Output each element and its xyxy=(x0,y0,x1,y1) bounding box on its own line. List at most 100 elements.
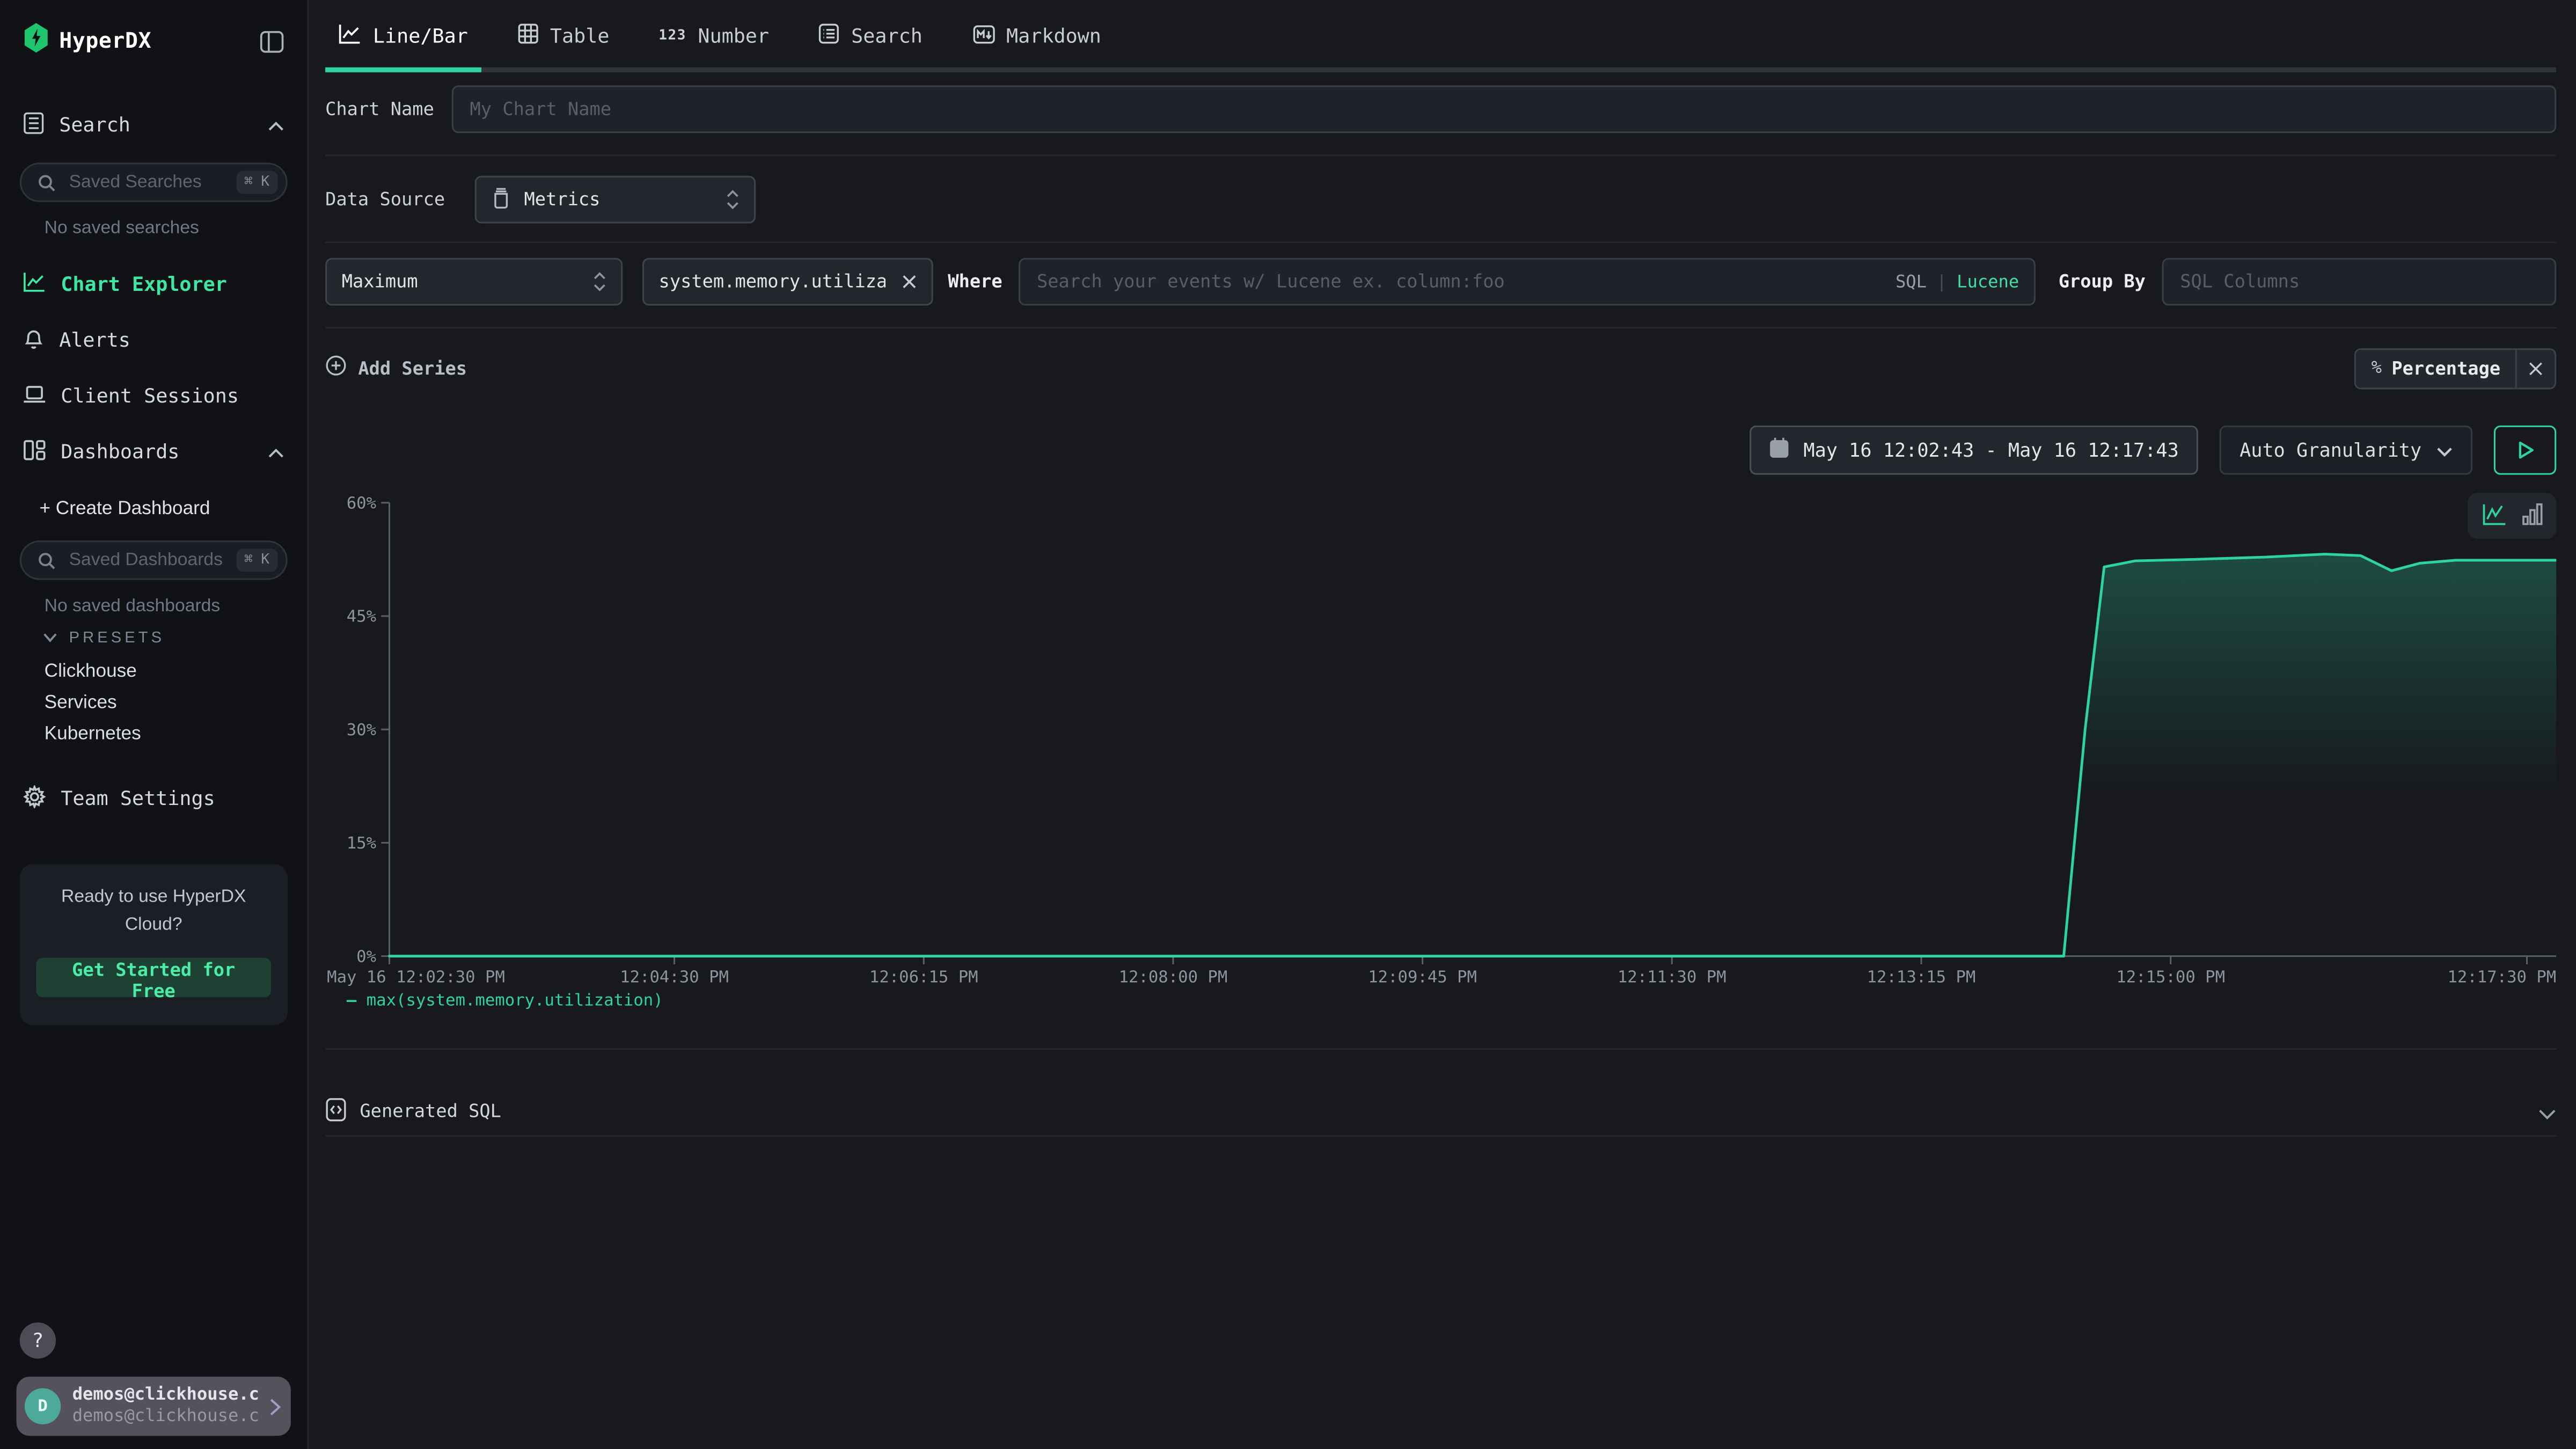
sql-toggle[interactable]: SQL xyxy=(1896,272,1927,292)
svg-text:12:13:15 PM: 12:13:15 PM xyxy=(1867,968,1976,987)
number-123-icon: 123 xyxy=(658,28,686,45)
sidebar-item-team-settings[interactable]: Team Settings xyxy=(0,779,307,818)
calendar-icon xyxy=(1769,437,1789,463)
percentage-label: Percentage xyxy=(2391,357,2500,379)
tab-search[interactable]: Search xyxy=(805,0,935,72)
generated-sql-row[interactable]: Generated SQL xyxy=(325,1088,2556,1136)
percent-icon: % xyxy=(2372,358,2382,378)
user-menu[interactable]: D demos@clickhouse.com demos@clickhouse.… xyxy=(17,1377,291,1436)
bar-chart-toggle-icon[interactable] xyxy=(2521,500,2542,531)
preset-clickhouse[interactable]: Clickhouse xyxy=(0,655,307,686)
run-query-button[interactable] xyxy=(2494,426,2556,475)
granularity-select[interactable]: Auto Granularity xyxy=(2220,426,2472,475)
svg-text:May 16 12:02:30 PM: May 16 12:02:30 PM xyxy=(327,968,505,987)
time-controls-row: May 16 12:02:43 - May 16 12:17:43 Auto G… xyxy=(325,426,2556,475)
logo-text: HyperDX xyxy=(59,29,151,54)
hyperdx-logo[interactable]: HyperDX xyxy=(23,23,151,59)
avatar: D xyxy=(25,1388,61,1424)
sidebar-client-sessions-label: Client Sessions xyxy=(61,384,239,407)
hyperdx-app: HyperDX Search ⌘ K No saved searches xyxy=(0,0,2576,1449)
shortcut-badge: ⌘ K xyxy=(236,171,278,194)
tab-table[interactable]: Table xyxy=(504,0,623,72)
svg-text:12:17:30 PM: 12:17:30 PM xyxy=(2448,968,2557,987)
no-saved-searches-text: No saved searches xyxy=(0,202,307,238)
chart-name-row: Chart Name xyxy=(325,85,2556,133)
svg-text:30%: 30% xyxy=(347,721,376,740)
where-input-wrap: SQL | Lucene xyxy=(1019,258,2036,306)
svg-text:60%: 60% xyxy=(347,494,376,513)
sidebar-chart-explorer-label: Chart Explorer xyxy=(61,273,227,296)
select-updown-icon xyxy=(726,189,739,210)
chart-area: 0%15%30%45%60%May 16 12:02:30 PM12:04:30… xyxy=(325,489,2556,1010)
database-icon xyxy=(491,186,511,213)
line-chart-icon xyxy=(23,271,46,297)
sidebar-collapse-icon[interactable] xyxy=(260,29,284,54)
laptop-icon xyxy=(23,384,46,408)
metric-field-value: system.memory.utilization xyxy=(659,271,885,292)
timeseries-chart[interactable]: 0%15%30%45%60%May 16 12:02:30 PM12:04:30… xyxy=(325,489,2556,989)
percentage-close[interactable] xyxy=(2515,349,2555,387)
preset-services[interactable]: Services xyxy=(0,687,307,718)
create-dashboard-button[interactable]: + Create Dashboard xyxy=(0,493,307,525)
chevron-right-icon xyxy=(269,1391,281,1422)
chevron-up-icon xyxy=(268,113,284,136)
generated-sql-label: Generated SQL xyxy=(360,1101,501,1122)
chart-legend[interactable]: — max(system.memory.utilization) xyxy=(347,992,2556,1011)
lucene-toggle[interactable]: Lucene xyxy=(1957,272,2019,292)
saved-dashboards-input[interactable]: ⌘ K xyxy=(20,540,288,580)
sidebar-item-alerts[interactable]: Alerts xyxy=(0,320,307,360)
date-range-value: May 16 12:02:43 - May 16 12:17:43 xyxy=(1803,438,2178,462)
svg-text:12:09:45 PM: 12:09:45 PM xyxy=(1368,968,1477,987)
svg-text:12:15:00 PM: 12:15:00 PM xyxy=(2116,968,2225,987)
date-range-picker[interactable]: May 16 12:02:43 - May 16 12:17:43 xyxy=(1749,426,2198,475)
sidebar-item-chart-explorer[interactable]: Chart Explorer xyxy=(0,265,307,304)
data-source-select[interactable]: Metrics xyxy=(475,176,756,224)
line-chart-toggle-icon[interactable] xyxy=(2482,500,2506,531)
saved-searches-input[interactable]: ⌘ K xyxy=(20,163,288,202)
preset-kubernetes[interactable]: Kubernetes xyxy=(0,718,307,749)
where-input[interactable] xyxy=(1019,258,2036,306)
chevron-down-icon xyxy=(2436,438,2453,462)
table-icon xyxy=(517,23,539,49)
metric-field-tag[interactable]: system.memory.utilization xyxy=(642,258,933,306)
shortcut-badge: ⌘ K xyxy=(236,548,278,572)
chevron-down-icon xyxy=(43,629,58,647)
add-series-button[interactable]: Add Series xyxy=(325,355,467,381)
markdown-icon xyxy=(972,24,995,48)
aggregation-value: Maximum xyxy=(342,271,418,292)
presets-header[interactable]: PRESETS xyxy=(0,629,307,647)
chart-name-input[interactable] xyxy=(452,85,2556,133)
user-team: demos@clickhouse.com's xyxy=(72,1406,258,1428)
series-actions-row: Add Series % Percentage xyxy=(325,347,2556,390)
help-button[interactable]: ? xyxy=(20,1322,56,1358)
line-chart-icon xyxy=(339,23,362,49)
percentage-toggle[interactable]: % Percentage xyxy=(2355,347,2556,389)
tab-number[interactable]: 123 Number xyxy=(646,0,782,72)
dashboard-grid-icon xyxy=(23,438,46,466)
group-by-input[interactable] xyxy=(2162,258,2557,306)
svg-text:12:08:00 PM: 12:08:00 PM xyxy=(1119,968,1228,987)
sidebar-item-search[interactable]: Search xyxy=(0,105,307,144)
tab-markdown[interactable]: Markdown xyxy=(958,0,1114,72)
query-language-toggle: SQL | Lucene xyxy=(1896,272,2019,292)
sidebar-alerts-label: Alerts xyxy=(59,328,130,352)
svg-text:12:11:30 PM: 12:11:30 PM xyxy=(1618,968,1726,987)
sidebar-item-client-sessions[interactable]: Client Sessions xyxy=(0,376,307,415)
chevron-down-icon[interactable] xyxy=(2538,1096,2557,1127)
search-icon xyxy=(38,167,56,198)
tab-line-bar[interactable]: Line/Bar xyxy=(325,0,481,72)
data-source-row: Data Source Metrics xyxy=(325,176,2556,224)
get-started-button[interactable]: Get Started for Free xyxy=(36,958,271,997)
granularity-value: Auto Granularity xyxy=(2240,438,2421,462)
chart-display-toggle xyxy=(2468,493,2556,539)
aggregation-select[interactable]: Maximum xyxy=(325,258,623,306)
sidebar: HyperDX Search ⌘ K No saved searches xyxy=(0,0,309,1449)
sidebar-dashboards-label: Dashboards xyxy=(61,440,179,463)
svg-text:12:06:15 PM: 12:06:15 PM xyxy=(869,968,978,987)
close-icon[interactable] xyxy=(902,274,917,289)
toggle-divider: | xyxy=(1936,272,1946,292)
saved-dashboards-field[interactable] xyxy=(65,548,226,572)
sidebar-item-dashboards[interactable]: Dashboards xyxy=(0,432,307,471)
saved-searches-field[interactable] xyxy=(65,171,226,194)
legend-swatch: — xyxy=(347,992,356,1011)
